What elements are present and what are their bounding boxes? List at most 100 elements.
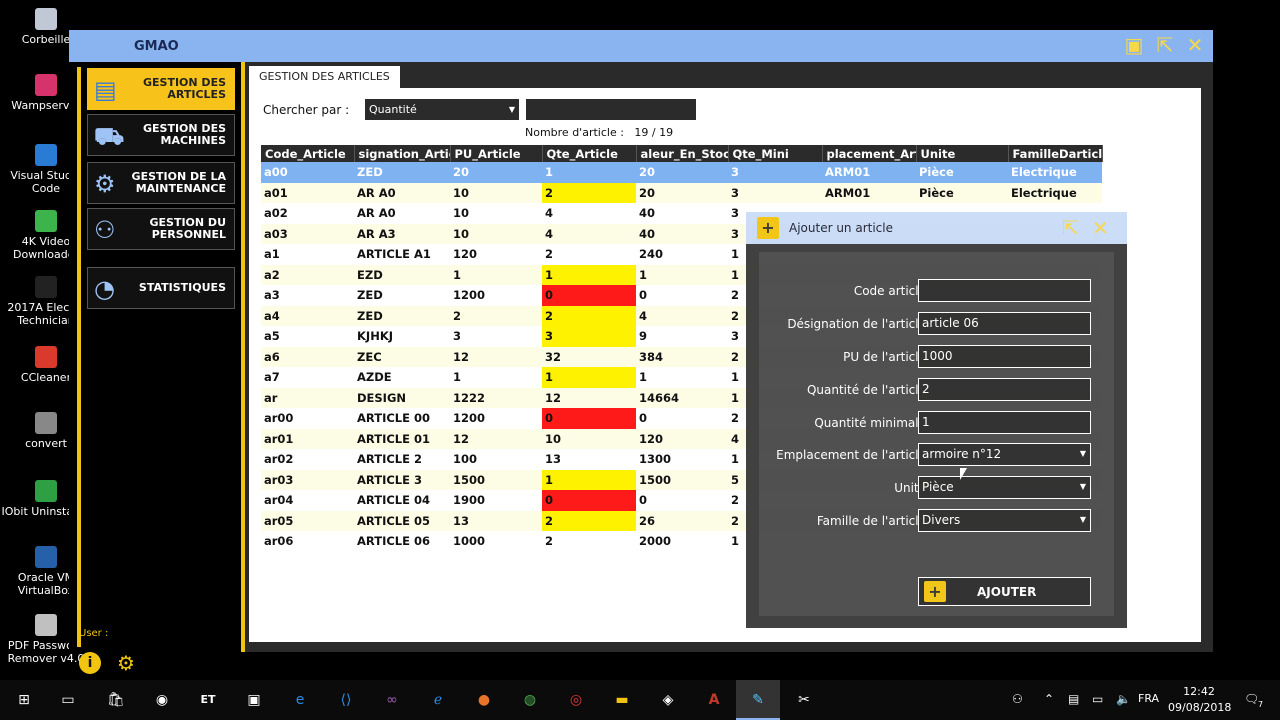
column-header[interactable]: placement_Arti — [822, 145, 917, 162]
window-titlebar[interactable]: GMAO ▣ ⇱ ✕ — [69, 30, 1213, 62]
clock-date: 09/08/2018 — [1168, 701, 1232, 714]
table-cell: ARTICLE 01 — [354, 428, 450, 449]
dialog-form: + AJOUTER Code article Désignation de l'a… — [759, 252, 1114, 616]
nav-button-3[interactable]: ⚙ GESTION DE LA MAINTENANCE — [87, 162, 235, 204]
language-indicator[interactable]: FRA — [1138, 692, 1159, 705]
virtualbox-icon[interactable]: ◈ — [656, 688, 680, 712]
et-app-icon[interactable]: ET — [196, 688, 220, 712]
file-explorer-icon[interactable]: ▬ — [610, 688, 634, 712]
form-row: Famille de l'article Divers ▼ — [759, 509, 1114, 533]
nav-button-1[interactable]: ▤ GESTION DES ARTICLES — [87, 68, 235, 110]
table-cell: ZED — [354, 162, 450, 183]
column-header[interactable]: FamilleDarticle — [1008, 145, 1103, 162]
dialog-titlebar[interactable]: + Ajouter un article ⇱ ✕ — [746, 212, 1127, 244]
add-article-dialog: + Ajouter un article ⇱ ✕ + AJOUTER Code … — [746, 212, 1127, 628]
column-header[interactable]: Qte_Article — [542, 145, 637, 162]
table-cell: 4 — [545, 206, 554, 221]
table-cell: ar01 — [261, 428, 354, 449]
nav-button-4[interactable]: ⚇ GESTION DU PERSONNEL — [87, 208, 235, 250]
table-cell: 20 — [636, 162, 728, 183]
pie-chart-icon: ◔ — [94, 275, 115, 303]
table-row[interactable]: a01 AR A0 10 2 20 3 ARM01 Pièce Electrique — [261, 182, 1102, 203]
app-shortcut-icon — [35, 480, 57, 502]
close-icon[interactable]: ✕ — [1183, 34, 1207, 56]
internet-explorer-icon[interactable]: ℯ — [426, 688, 450, 712]
table-cell: 32 — [542, 346, 636, 367]
form-input[interactable]: 2 — [918, 378, 1091, 401]
task-view-icon[interactable]: ▭ — [56, 688, 80, 712]
battery-icon[interactable]: ▭ — [1092, 692, 1103, 706]
form-select[interactable]: Pièce ▼ — [918, 476, 1091, 499]
tray-chevron-up-icon[interactable]: ⌃ — [1044, 692, 1054, 706]
column-header[interactable]: PU_Article — [450, 145, 543, 162]
app-tool-icon[interactable]: ✂ — [792, 688, 816, 712]
table-cell: a1 — [264, 247, 280, 262]
forklift-icon: ▤ — [94, 76, 117, 104]
network-icon[interactable]: ▤ — [1068, 692, 1079, 706]
table-cell: ARTICLE 05 — [354, 510, 450, 531]
table-cell: 1 — [639, 370, 648, 385]
form-field-label: Désignation de l'article — [787, 317, 926, 331]
app-shortcut-icon — [35, 346, 57, 368]
nav-button-2[interactable]: ⛟ GESTION DES MACHINES — [87, 114, 235, 156]
eclipse-icon[interactable]: ◉ — [150, 688, 174, 712]
tab-articles[interactable]: GESTION DES ARTICLES — [249, 66, 400, 88]
chrome-icon[interactable]: ◎ — [564, 688, 588, 712]
table-cell: ZEC — [354, 346, 450, 367]
notification-icon[interactable]: 🗨 — [1244, 692, 1259, 706]
table-cell: 240 — [639, 247, 664, 262]
vscode-icon[interactable]: ⟨⟩ — [334, 688, 358, 712]
gmao-taskbar-icon[interactable]: ✎ — [746, 688, 770, 712]
maximize-icon[interactable]: ▣ — [1122, 34, 1146, 56]
add-icon: + — [924, 581, 946, 602]
column-header[interactable]: signation_Artic — [354, 145, 451, 162]
access-icon[interactable]: A — [702, 688, 726, 712]
table-cell: AZDE — [357, 370, 392, 385]
firefox-icon[interactable]: ● — [472, 688, 496, 712]
settings-gear-icon[interactable]: ⚙ — [117, 652, 141, 674]
form-field-value: 1 — [922, 415, 930, 429]
column-header[interactable]: aleur_En_Stoc — [636, 145, 729, 162]
people-icon[interactable]: ⚇ — [1012, 692, 1023, 706]
form-input[interactable]: 1000 — [918, 345, 1091, 368]
table-cell: 40 — [639, 206, 656, 221]
table-row[interactable]: a00 ZED 20 1 20 3 ARM01 Pièce Electrique — [261, 162, 1102, 183]
add-article-button[interactable]: + AJOUTER — [918, 577, 1091, 606]
form-field-value: article 06 — [922, 316, 979, 330]
table-cell: 2 — [545, 247, 554, 262]
minimize-icon[interactable]: ⇱ — [1153, 34, 1177, 56]
table-cell: 2 — [542, 182, 636, 203]
edge-icon[interactable]: e — [288, 688, 312, 712]
form-input[interactable]: article 06 — [918, 312, 1091, 335]
app-frame-icon[interactable]: ▣ — [242, 688, 266, 712]
table-cell: 12 — [542, 387, 636, 408]
table-cell: 10 — [453, 206, 470, 221]
dialog-close-icon[interactable]: ✕ — [1092, 216, 1109, 240]
form-select[interactable]: armoire n°12 ▼ — [918, 443, 1091, 466]
form-field-value: Divers — [922, 513, 961, 527]
form-input[interactable]: 1 — [918, 411, 1091, 434]
table-cell: 26 — [636, 510, 728, 531]
globe-app-icon[interactable]: ◍ — [518, 688, 542, 712]
visual-studio-icon[interactable]: ∞ — [380, 688, 404, 712]
column-header[interactable]: Qte_Mini — [728, 145, 823, 162]
app-shortcut-icon — [35, 412, 57, 434]
table-cell: ARTICLE A1 — [357, 247, 431, 262]
search-by-select[interactable]: Quantité ▼ — [365, 99, 519, 120]
form-select[interactable]: Divers ▼ — [918, 509, 1091, 532]
clock[interactable]: 12:42 09/08/2018 — [1168, 684, 1232, 716]
store-icon[interactable]: 🛍 — [104, 688, 128, 712]
column-header[interactable]: Unite — [916, 145, 1009, 162]
chevron-down-icon: ▼ — [1079, 515, 1086, 524]
nav-button-5[interactable]: ◔ STATISTIQUES — [87, 267, 235, 309]
dialog-minimize-icon[interactable]: ⇱ — [1062, 216, 1079, 240]
search-input[interactable] — [526, 99, 696, 120]
form-field-label: Quantité minimale — [814, 416, 926, 430]
form-input[interactable] — [918, 279, 1091, 302]
volume-icon[interactable]: 🔈 — [1116, 692, 1131, 706]
column-header[interactable]: Code_Article — [261, 145, 355, 162]
info-icon[interactable]: i — [79, 652, 101, 674]
start-windows-icon[interactable]: ⊞ — [12, 688, 36, 712]
table-cell: EZD — [354, 264, 450, 285]
table-header-row: Code_Article signation_Artic PU_Article Qte… — [261, 145, 1103, 162]
